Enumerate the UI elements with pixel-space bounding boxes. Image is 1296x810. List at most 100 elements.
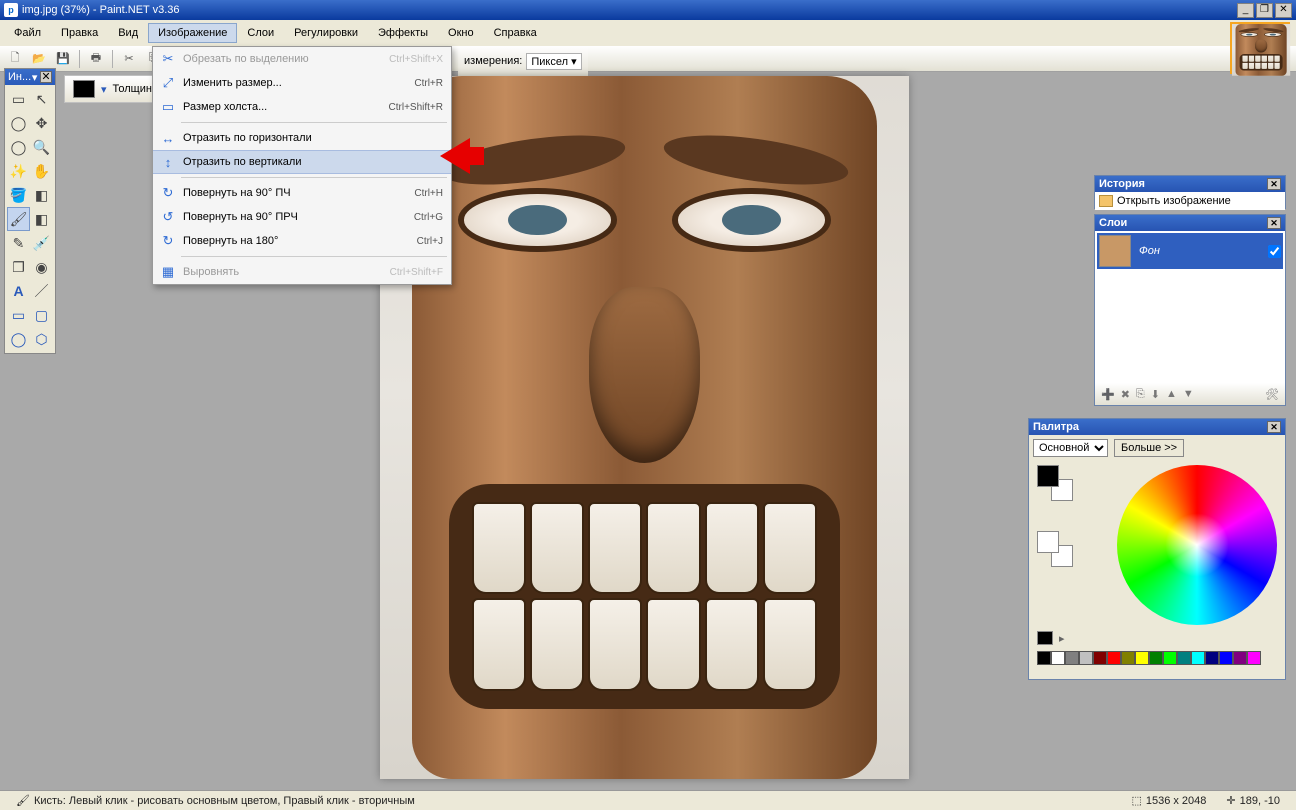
tool-gradient[interactable]: ◧ (30, 183, 53, 207)
swatch[interactable] (1177, 651, 1191, 665)
menu-item[interactable]: ↻Повернуть на 90° ПЧCtrl+H (153, 181, 451, 205)
tool-zoom[interactable]: 🔍 (30, 135, 53, 159)
swatch[interactable] (1135, 651, 1149, 665)
tool-move-selection[interactable]: ✥ (30, 111, 53, 135)
duplicate-layer-icon[interactable]: ⎘ (1136, 388, 1145, 401)
dock-icon[interactable]: ▾ (32, 71, 38, 84)
tool-rect[interactable]: ▭ (7, 303, 30, 327)
close-icon[interactable]: ✕ (1267, 178, 1281, 190)
menu-правка[interactable]: Правка (51, 23, 108, 43)
menu-item[interactable]: ↻Повернуть на 180°Ctrl+J (153, 229, 451, 253)
cut-icon[interactable]: ✂ (118, 49, 140, 69)
move-up-icon[interactable]: ▲ (1166, 388, 1177, 400)
swatch[interactable] (1107, 651, 1121, 665)
tool-picker[interactable]: 💉 (30, 231, 53, 255)
more-button[interactable]: Больше >> (1114, 439, 1184, 457)
tool-eraser[interactable]: ◧ (30, 207, 53, 231)
menu-файл[interactable]: Файл (4, 23, 51, 43)
units-select[interactable]: Пиксел ▾ (526, 53, 581, 70)
swatch[interactable] (1205, 651, 1219, 665)
palette-menu-icon[interactable]: ▸ (1059, 632, 1065, 645)
menu-item[interactable]: ↕Отразить по вертикали (153, 150, 451, 174)
menu-item-icon: ✂ (157, 51, 179, 67)
menu-вид[interactable]: Вид (108, 23, 148, 43)
swatch[interactable] (1093, 651, 1107, 665)
tool-clone[interactable]: ❐ (7, 255, 30, 279)
close-icon[interactable]: ✕ (1267, 421, 1281, 433)
history-item[interactable]: Открыть изображение (1095, 192, 1285, 210)
open-icon[interactable]: 📂 (28, 49, 50, 69)
maximize-button[interactable]: ❐ (1256, 3, 1273, 18)
menu-окно[interactable]: Окно (438, 23, 484, 43)
menu-item[interactable]: ↔Отразить по горизонтали (153, 126, 451, 150)
minimize-button[interactable]: _ (1237, 3, 1254, 18)
swatch[interactable] (1191, 651, 1205, 665)
current-swatch-icon (1037, 631, 1053, 645)
swatch[interactable] (1037, 651, 1051, 665)
window-titlebar: p img.jpg (37%) - Paint.NET v3.36 _ ❐ ✕ (0, 0, 1296, 20)
menu-слои[interactable]: Слои (237, 23, 284, 43)
move-down-icon[interactable]: ▼ (1183, 388, 1194, 400)
swatch[interactable] (1247, 651, 1261, 665)
save-icon[interactable]: 💾 (52, 49, 74, 69)
tool-move[interactable]: ↖ (30, 87, 53, 111)
swatch[interactable] (1065, 651, 1079, 665)
palette-title: Палитра (1033, 421, 1079, 433)
delete-layer-icon[interactable]: ✖ (1121, 388, 1130, 401)
tool-brush[interactable]: 🖌 (7, 207, 30, 231)
swatch[interactable] (1163, 651, 1177, 665)
close-icon[interactable]: ✕ (40, 71, 52, 83)
color-fgbg-secondary[interactable] (1037, 531, 1073, 567)
tool-fill[interactable]: 🪣 (7, 183, 30, 207)
layer-visible-checkbox[interactable] (1268, 245, 1281, 258)
menu-изображение[interactable]: Изображение (148, 23, 237, 43)
tool-rect-select[interactable]: ▭ (7, 87, 30, 111)
tool-ellipse-select[interactable]: ◯ (7, 135, 30, 159)
layers-title: Слои (1099, 217, 1127, 229)
menu-item[interactable]: ▭Размер холста...Ctrl+Shift+R (153, 95, 451, 119)
tool-recolor[interactable]: ◉ (30, 255, 53, 279)
tool-line[interactable]: ／ (30, 279, 53, 303)
merge-down-icon[interactable]: ⬇ (1151, 388, 1160, 401)
tool-freeform[interactable]: ⬡ (30, 327, 53, 351)
history-title: История (1099, 178, 1145, 190)
print-icon[interactable]: 🖶 (85, 49, 107, 69)
new-icon[interactable]: 🗋 (4, 49, 26, 69)
tool-lasso[interactable]: ◯ (7, 111, 30, 135)
menu-эффекты[interactable]: Эффекты (368, 23, 438, 43)
close-icon[interactable]: ✕ (1267, 217, 1281, 229)
swatch[interactable] (1121, 651, 1135, 665)
app-icon: p (4, 3, 18, 17)
menu-справка[interactable]: Справка (484, 23, 547, 43)
menu-item[interactable]: ↺Повернуть на 90° ПРЧCtrl+G (153, 205, 451, 229)
menu-item: ▦ВыровнятьCtrl+Shift+F (153, 260, 451, 284)
properties-icon[interactable]: 🛠 (1265, 388, 1279, 401)
tool-rounded-rect[interactable]: ▢ (30, 303, 53, 327)
toolbox-title[interactable]: Ин...▾✕ (5, 69, 55, 85)
document-image (380, 76, 909, 779)
swatch[interactable] (1233, 651, 1247, 665)
swatch[interactable] (1219, 651, 1233, 665)
swatch[interactable] (1079, 651, 1093, 665)
close-button[interactable]: ✕ (1275, 3, 1292, 18)
brush-icon: 🖌 (16, 794, 30, 807)
tool-magic-wand[interactable]: ✨ (7, 159, 30, 183)
tool-text[interactable]: A (7, 279, 30, 303)
color-wheel[interactable] (1117, 465, 1277, 625)
window-title: img.jpg (37%) - Paint.NET v3.36 (22, 4, 180, 16)
palette-panel: Палитра ✕ Основной Больше >> ▸ (1028, 418, 1286, 680)
menu-item[interactable]: ⤢Изменить размер...Ctrl+R (153, 71, 451, 95)
tool-ellipse[interactable]: ◯ (7, 327, 30, 351)
color-fgbg[interactable] (1037, 465, 1073, 501)
canvas[interactable] (380, 76, 909, 779)
color-mode-select[interactable]: Основной (1033, 439, 1108, 457)
add-layer-icon[interactable]: ➕ (1101, 388, 1115, 401)
swatch[interactable] (1149, 651, 1163, 665)
tool-pencil[interactable]: ✎ (7, 231, 30, 255)
document-thumbnail[interactable] (1230, 22, 1290, 74)
tool-pan[interactable]: ✋ (30, 159, 53, 183)
swatch[interactable] (1051, 651, 1065, 665)
layer-row[interactable]: Фон (1097, 233, 1283, 269)
menu-регулировки[interactable]: Регулировки (284, 23, 368, 43)
menu-item-icon: ↔ (157, 131, 179, 146)
